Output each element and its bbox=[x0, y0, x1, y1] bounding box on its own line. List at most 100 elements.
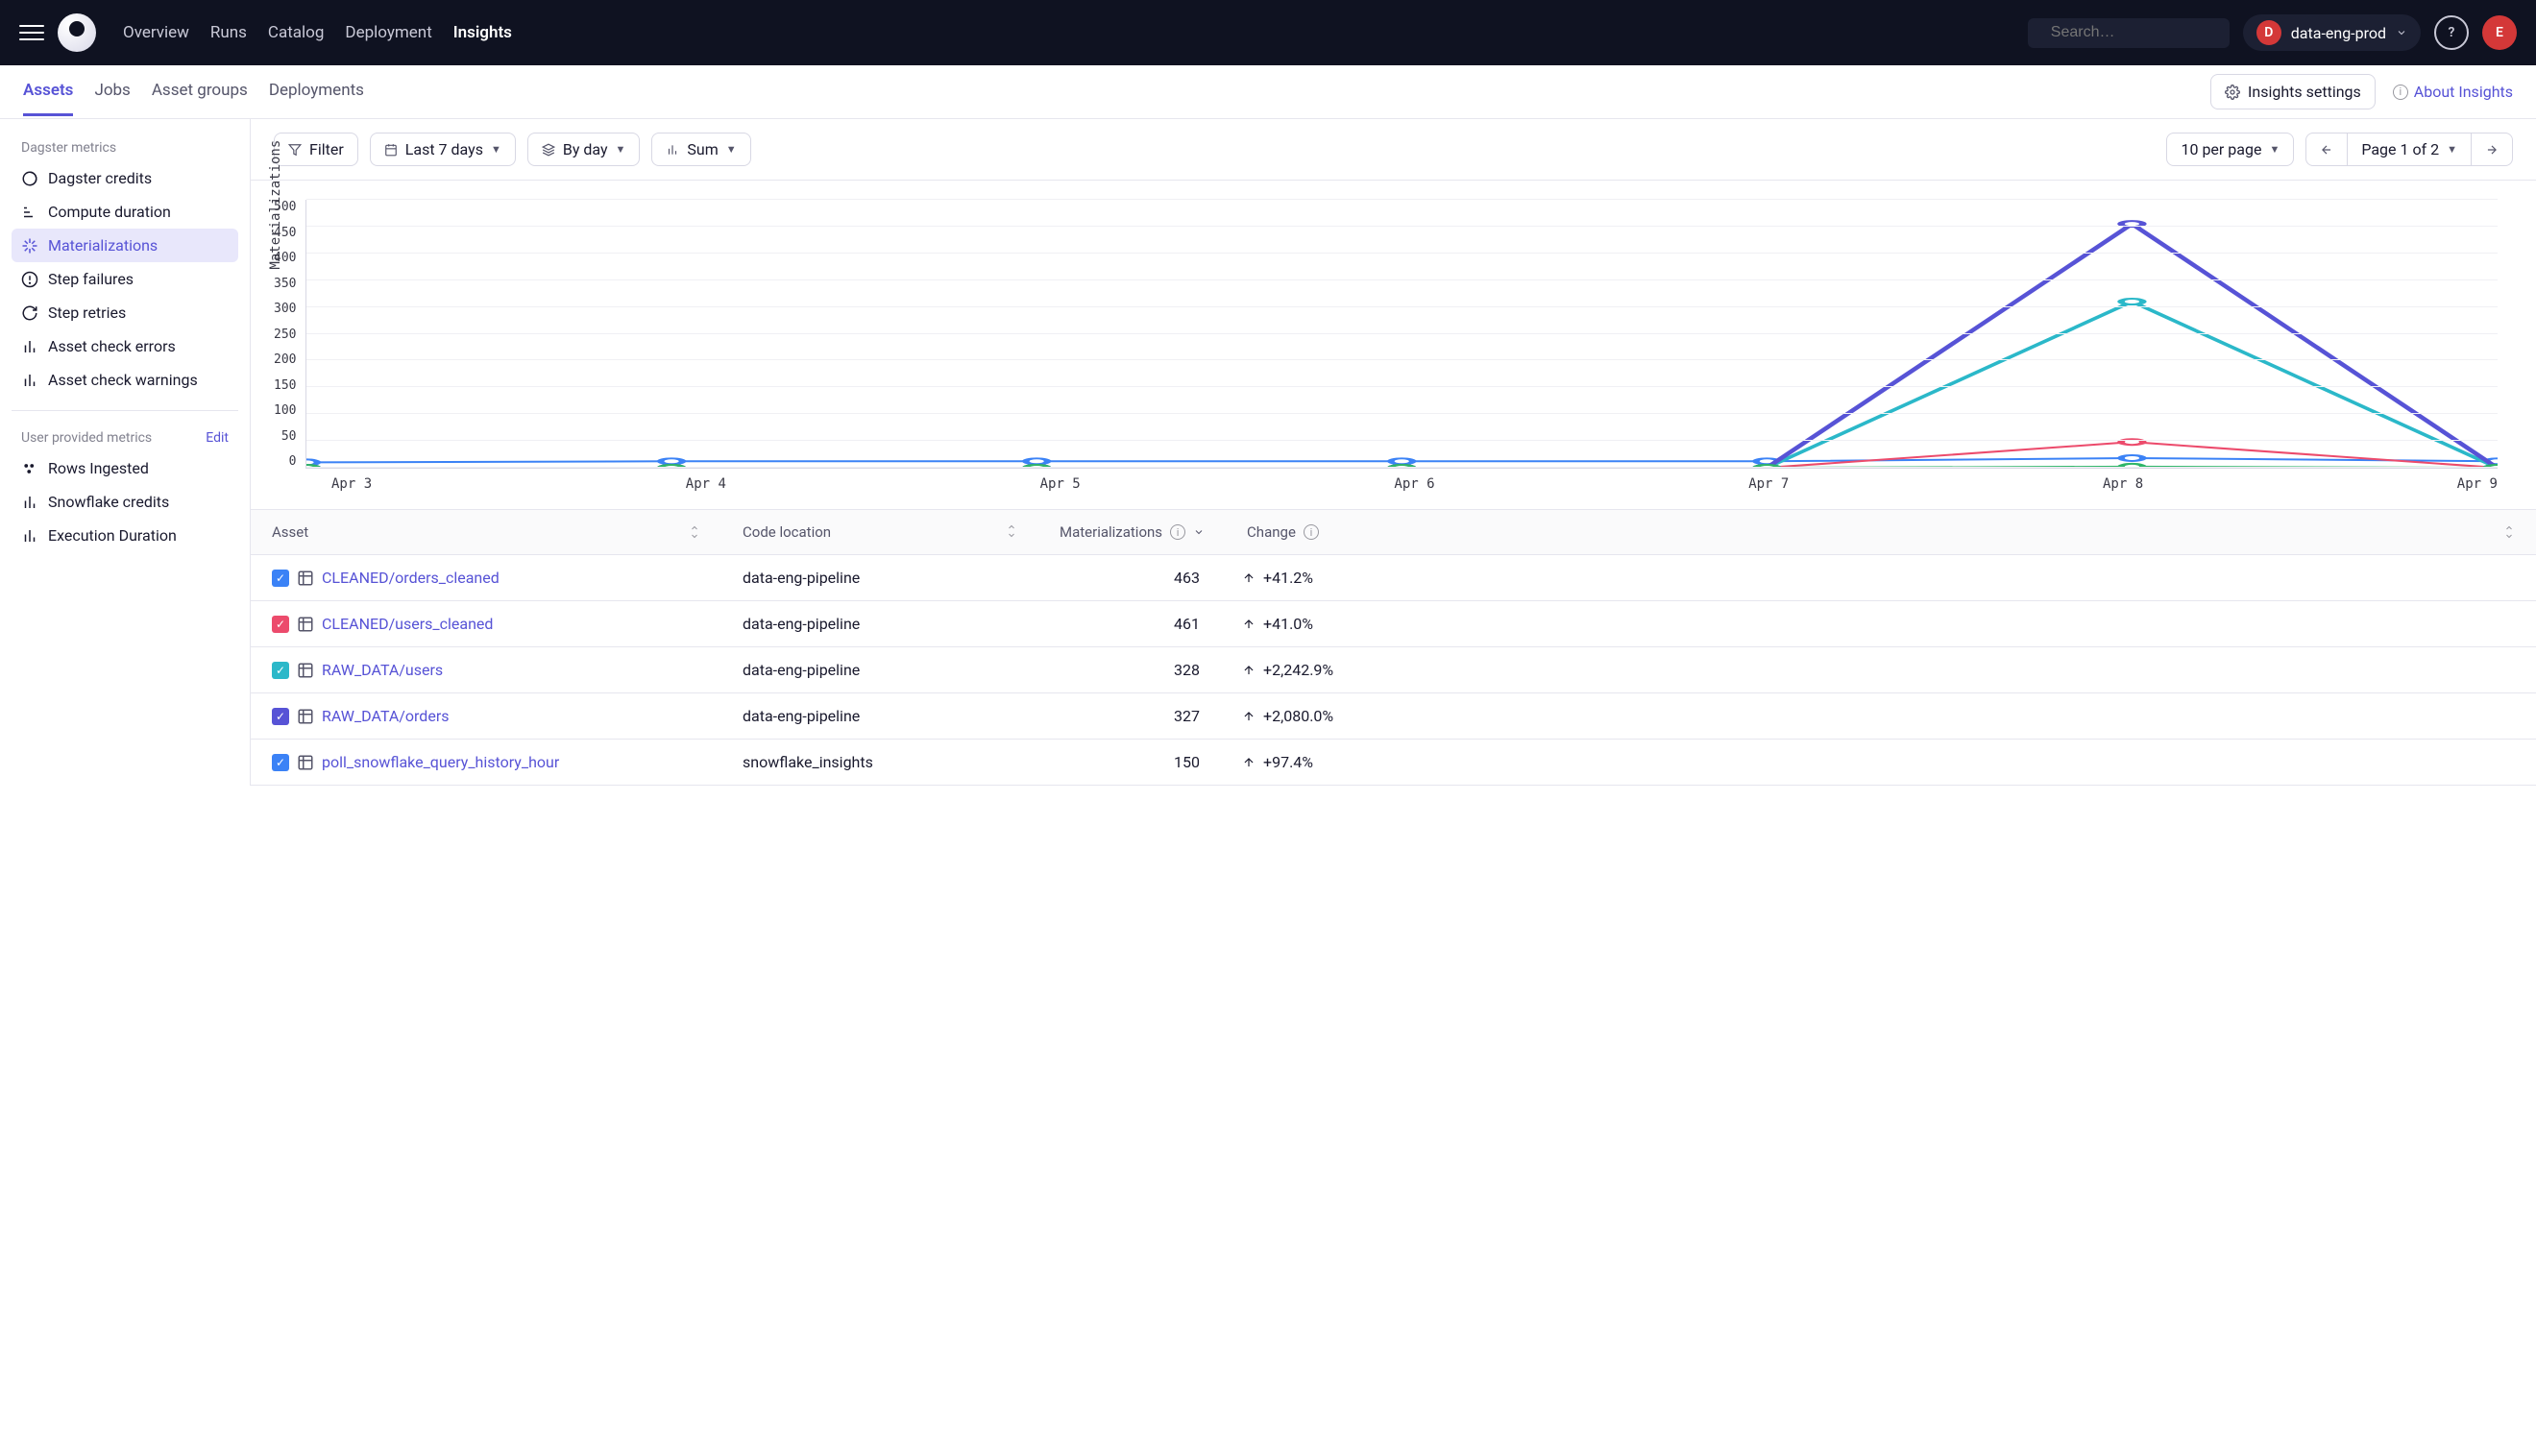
sidebar-item-step-retries[interactable]: Step retries bbox=[12, 296, 238, 329]
sidebar-item-snowflake-credits[interactable]: Snowflake credits bbox=[12, 485, 238, 519]
table-icon bbox=[297, 570, 314, 587]
checkbox[interactable]: ✓ bbox=[272, 662, 289, 679]
x-tick: Apr 8 bbox=[2103, 476, 2143, 492]
series-line bbox=[306, 302, 2498, 468]
change-cell: +2,080.0% bbox=[1221, 693, 2536, 739]
barchart-icon bbox=[666, 143, 679, 157]
deployment-name: data-eng-prod bbox=[2291, 24, 2386, 42]
top-nav: Overview Runs Catalog Deployment Insights bbox=[123, 23, 512, 42]
y-axis-label: Materializations bbox=[268, 140, 283, 270]
y-tick: 0 bbox=[274, 454, 296, 469]
sidebar-item-asset-check-warnings[interactable]: Asset check warnings bbox=[12, 363, 238, 397]
checkbox[interactable]: ✓ bbox=[272, 616, 289, 633]
search-input[interactable] bbox=[2051, 24, 2250, 41]
groupby-selector[interactable]: By day ▼ bbox=[527, 133, 641, 166]
insights-settings-button[interactable]: Insights settings bbox=[2210, 74, 2376, 109]
logo-icon[interactable] bbox=[58, 13, 96, 52]
arrow-left-icon bbox=[2320, 143, 2333, 157]
th-code[interactable]: Code location bbox=[721, 510, 1038, 554]
range-selector[interactable]: Last 7 days ▼ bbox=[370, 133, 516, 166]
data-point bbox=[661, 458, 683, 464]
th-change[interactable]: Change i bbox=[1226, 510, 2536, 554]
sidebar-item-compute-duration[interactable]: Compute duration bbox=[12, 195, 238, 229]
table-icon bbox=[297, 616, 314, 633]
tab-assets[interactable]: Assets bbox=[23, 67, 73, 116]
swirl-icon bbox=[21, 170, 38, 187]
filter-button[interactable]: Filter bbox=[274, 133, 358, 166]
tab-asset-groups[interactable]: Asset groups bbox=[152, 67, 248, 116]
avatar[interactable]: E bbox=[2482, 15, 2517, 50]
chart: Materializations 50045040035030025020015… bbox=[251, 181, 2536, 509]
code-location-cell: data-eng-pipeline bbox=[721, 601, 1038, 646]
deployment-badge: D bbox=[2256, 20, 2281, 45]
calendar-icon bbox=[384, 143, 398, 157]
tab-deployments[interactable]: Deployments bbox=[269, 67, 364, 116]
arrow-up-icon bbox=[1242, 618, 1256, 631]
nav-overview[interactable]: Overview bbox=[123, 23, 189, 42]
about-insights-link[interactable]: i About Insights bbox=[2393, 83, 2513, 101]
asset-link[interactable]: poll_snowflake_query_history_hour bbox=[322, 753, 559, 771]
materializations-cell: 463 bbox=[1038, 555, 1221, 600]
sidebar-item-dagster-credits[interactable]: Dagster credits bbox=[12, 161, 238, 195]
y-tick: 350 bbox=[274, 277, 296, 291]
nav-catalog[interactable]: Catalog bbox=[268, 23, 325, 42]
x-tick: Apr 3 bbox=[331, 476, 372, 492]
bar-icon bbox=[21, 494, 38, 511]
deployment-selector[interactable]: D data-eng-prod bbox=[2243, 14, 2421, 51]
asset-link[interactable]: CLEANED/users_cleaned bbox=[322, 615, 493, 633]
x-tick: Apr 4 bbox=[686, 476, 726, 492]
change-cell: +2,242.9% bbox=[1221, 647, 2536, 692]
code-location-cell: data-eng-pipeline bbox=[721, 647, 1038, 692]
checkbox[interactable]: ✓ bbox=[272, 708, 289, 725]
tab-jobs[interactable]: Jobs bbox=[94, 67, 130, 116]
th-asset[interactable]: Asset bbox=[251, 510, 721, 554]
checkbox[interactable]: ✓ bbox=[272, 570, 289, 587]
data-point bbox=[1026, 458, 1048, 464]
asset-link[interactable]: CLEANED/orders_cleaned bbox=[322, 569, 500, 587]
x-tick: Apr 6 bbox=[1394, 476, 1434, 492]
y-tick: 300 bbox=[274, 302, 296, 316]
page-indicator[interactable]: Page 1 of 2 ▼ bbox=[2348, 133, 2472, 165]
arrow-right-icon bbox=[2485, 143, 2499, 157]
sort-down-icon bbox=[1193, 526, 1205, 538]
nav-insights[interactable]: Insights bbox=[453, 23, 512, 42]
y-tick: 100 bbox=[274, 403, 296, 418]
sidebar-item-materializations[interactable]: Materializations bbox=[12, 229, 238, 262]
sidebar-item-execution-duration[interactable]: Execution Duration bbox=[12, 519, 238, 552]
table-icon bbox=[297, 662, 314, 679]
search-box[interactable]: / bbox=[2028, 18, 2230, 48]
edit-metrics-link[interactable]: Edit bbox=[206, 430, 229, 446]
data-point bbox=[2122, 299, 2144, 304]
sidebar: Dagster metrics Dagster creditsCompute d… bbox=[0, 119, 251, 786]
menu-button[interactable] bbox=[19, 20, 44, 45]
sort-icon bbox=[1006, 523, 1017, 539]
asset-link[interactable]: RAW_DATA/orders bbox=[322, 707, 450, 725]
series-line bbox=[306, 224, 2498, 468]
data-point bbox=[2122, 455, 2144, 461]
checkbox[interactable]: ✓ bbox=[272, 754, 289, 771]
table-row: ✓CLEANED/users_cleaneddata-eng-pipeline4… bbox=[251, 601, 2536, 647]
about-label: About Insights bbox=[2414, 83, 2513, 101]
table-row: ✓RAW_DATA/usersdata-eng-pipeline328+2,24… bbox=[251, 647, 2536, 693]
arrow-up-icon bbox=[1242, 756, 1256, 769]
table-icon bbox=[297, 754, 314, 771]
perpage-selector[interactable]: 10 per page ▼ bbox=[2166, 133, 2294, 166]
nav-runs[interactable]: Runs bbox=[210, 23, 247, 42]
arrow-up-icon bbox=[1242, 710, 1256, 723]
bar-icon bbox=[21, 527, 38, 545]
arrow-up-icon bbox=[1242, 571, 1256, 585]
page-next-button[interactable] bbox=[2472, 133, 2512, 165]
aggregation-selector[interactable]: Sum ▼ bbox=[651, 133, 750, 166]
y-tick: 200 bbox=[274, 352, 296, 367]
change-cell: +41.0% bbox=[1221, 601, 2536, 646]
help-button[interactable]: ? bbox=[2434, 15, 2469, 50]
code-location-cell: snowflake_insights bbox=[721, 740, 1038, 785]
nav-deployment[interactable]: Deployment bbox=[345, 23, 431, 42]
sidebar-item-step-failures[interactable]: Step failures bbox=[12, 262, 238, 296]
chevron-down-icon bbox=[2396, 27, 2407, 38]
page-prev-button[interactable] bbox=[2306, 133, 2348, 165]
sidebar-item-rows-ingested[interactable]: Rows Ingested bbox=[12, 451, 238, 485]
sidebar-item-asset-check-errors[interactable]: Asset check errors bbox=[12, 329, 238, 363]
asset-link[interactable]: RAW_DATA/users bbox=[322, 661, 443, 679]
th-materializations[interactable]: Materializations i bbox=[1038, 510, 1226, 554]
